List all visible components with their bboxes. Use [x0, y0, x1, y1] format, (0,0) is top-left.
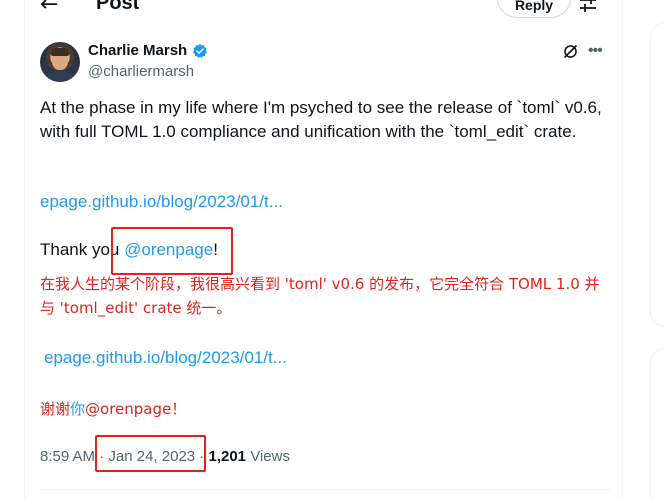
annotation-box-mention [111, 227, 233, 275]
translation-text: 在我人生的某个阶段，我很高兴看到 'toml' v0.6 的发布，它完全符合 T… [40, 275, 600, 317]
divider [40, 489, 610, 490]
grok-icon[interactable] [562, 43, 579, 60]
tweet-text: At the phase in my life where I'm psyche… [40, 98, 602, 141]
tweet-link[interactable]: epage.github.io/blog/2023/01/t... [40, 192, 283, 212]
views-label: Views [246, 448, 290, 465]
views-count: 1,201 [208, 448, 247, 465]
author-handle[interactable]: @charliermarsh [88, 63, 194, 80]
tweet-time[interactable]: 8:59 AM [40, 448, 95, 465]
reply-button[interactable]: Reply [497, 0, 571, 18]
verified-badge-icon[interactable] [192, 43, 208, 59]
sidebar-card [650, 348, 664, 499]
more-options-icon[interactable]: ••• [588, 42, 603, 60]
translation-thanks: 谢谢你@orenpage！ [40, 398, 186, 419]
translation-link[interactable]: epage.github.io/blog/2023/01/t... [44, 348, 287, 368]
annotation-box-date [95, 435, 206, 472]
translation-thanks-blue: 你 [70, 400, 86, 418]
avatar-body [44, 70, 76, 82]
author-name[interactable]: Charlie Marsh [88, 42, 187, 59]
avatar-hair [51, 48, 69, 56]
settings-sliders-icon[interactable] [578, 0, 598, 12]
translation-thanks-suffix: @orenpage！ [85, 400, 187, 418]
page-title: Post [96, 0, 140, 14]
back-arrow-icon[interactable]: ← [40, 0, 58, 17]
sidebar-card [650, 22, 664, 327]
avatar[interactable] [40, 42, 80, 82]
translation-thanks-prefix: 谢谢 [40, 400, 71, 418]
right-sidebar [650, 0, 664, 499]
